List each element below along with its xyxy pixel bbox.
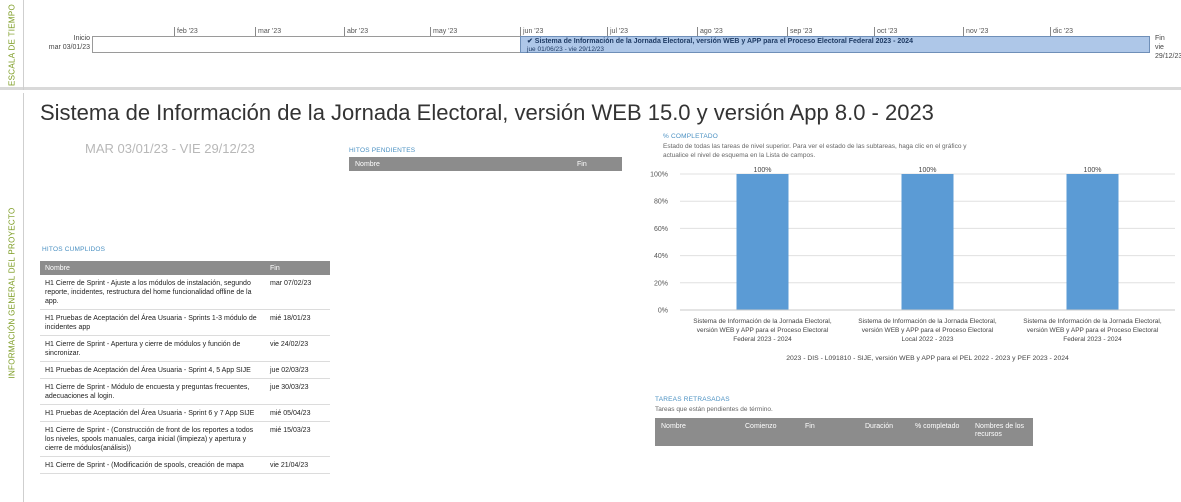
chart-category-label: Sistema de Información de la Jornada Ele… bbox=[1023, 318, 1162, 343]
milestone-name: H1 Pruebas de Aceptación del Área Usuari… bbox=[45, 410, 255, 417]
month-tick: abr '23 bbox=[344, 27, 368, 36]
column-header-end: Fin bbox=[805, 423, 815, 430]
milestone-name: H1 Cierre de Sprint - Apertura y cierre … bbox=[45, 341, 241, 357]
milestone-end: vie 21/04/23 bbox=[270, 462, 309, 469]
table-row[interactable]: H1 Pruebas de Aceptación del Área Usuari… bbox=[40, 405, 330, 422]
month-tick: nov '23 bbox=[963, 27, 988, 36]
column-header-end: Fin bbox=[270, 264, 280, 272]
chart-y-tick-label: 80% bbox=[654, 199, 668, 206]
column-header-name: Nombre bbox=[355, 160, 380, 168]
chart-data-label: 100% bbox=[919, 167, 937, 174]
month-tick: dic '23 bbox=[1050, 27, 1073, 36]
month-tick: may '23 bbox=[430, 27, 457, 36]
month-tick: oct '23 bbox=[874, 27, 897, 36]
month-tick: ago '23 bbox=[697, 27, 723, 36]
chart-title: % COMPLETADO bbox=[663, 133, 719, 140]
month-tick: feb '23 bbox=[174, 27, 198, 36]
column-header-name: Nombre bbox=[661, 423, 686, 430]
table-header: Nombre Fin bbox=[349, 157, 622, 171]
timeline-side-label-text: ESCALA DE TIEMPO bbox=[7, 3, 17, 87]
month-tick: mar '23 bbox=[255, 27, 281, 36]
timeline-start: Inicio mar 03/01/23 bbox=[40, 34, 90, 52]
milestone-end: mié 05/04/23 bbox=[270, 410, 311, 417]
chart-bar bbox=[736, 174, 789, 310]
table-header: Nombre Comienzo Fin Duración % completad… bbox=[655, 418, 1033, 446]
chart-description: Estado de todas las tareas de nivel supe… bbox=[663, 143, 967, 159]
completed-milestones-table[interactable]: Nombre Fin H1 Cierre de Sprint - Ajuste … bbox=[40, 261, 330, 474]
chart-bar bbox=[901, 174, 954, 310]
milestone-end: mié 15/03/23 bbox=[270, 427, 311, 434]
overview-side-label: INFORMACIÓN GENERAL DEL PROYECTO bbox=[0, 93, 24, 502]
timeline-end: Fin vie 29/12/23 bbox=[1155, 34, 1181, 61]
overview-side-label-text: INFORMACIÓN GENERAL DEL PROYECTO bbox=[7, 207, 17, 379]
milestone-end: jue 02/03/23 bbox=[270, 367, 309, 374]
milestone-name: H1 Pruebas de Aceptación del Área Usuari… bbox=[45, 367, 251, 374]
delayed-tasks-table[interactable]: Nombre Comienzo Fin Duración % completad… bbox=[655, 418, 1033, 446]
chart-data-label: 100% bbox=[1084, 167, 1102, 174]
pending-milestones-title: HITOS PENDIENTES bbox=[349, 147, 416, 154]
column-header-name: Nombre bbox=[45, 264, 70, 272]
delayed-tasks-description: Tareas que están pendientes de término. bbox=[655, 406, 773, 413]
timeline-start-date: mar 03/01/23 bbox=[48, 44, 90, 51]
milestone-name: H1 Cierre de Sprint - Ajuste a los módul… bbox=[45, 280, 252, 305]
pending-milestones-table[interactable]: Nombre Fin bbox=[349, 157, 622, 171]
chart-bar bbox=[1066, 174, 1119, 310]
delayed-tasks-title: TAREAS RETRASADAS bbox=[655, 396, 730, 403]
timeline-task-name: ✔ Sistema de Información de la Jornada E… bbox=[527, 38, 913, 45]
timeline-end-label: Fin bbox=[1155, 35, 1165, 42]
table-row[interactable]: H1 Cierre de Sprint - Módulo de encuesta… bbox=[40, 379, 330, 405]
table-row[interactable]: H1 Cierre de Sprint - Apertura y cierre … bbox=[40, 336, 330, 362]
chart-y-tick-label: 40% bbox=[654, 253, 668, 260]
chart-x-axis-label: 2023 - DIS - L091810 - SIJE, versión WEB… bbox=[786, 355, 1069, 362]
percent-complete-chart[interactable]: 0% 20% 40% 60% 80% 100% 100% Sistema de Informa… bbox=[645, 160, 1181, 368]
table-row[interactable]: H1 Cierre de Sprint - (Modificación de s… bbox=[40, 457, 330, 474]
milestone-name: H1 Cierre de Sprint - (Construcción de f… bbox=[45, 427, 254, 452]
milestone-end: vie 24/02/23 bbox=[270, 341, 309, 348]
timeline-side-label: ESCALA DE TIEMPO bbox=[0, 0, 24, 90]
table-row[interactable]: H1 Cierre de Sprint - Ajuste a los módul… bbox=[40, 275, 330, 310]
table-row[interactable]: H1 Pruebas de Aceptación del Área Usuari… bbox=[40, 310, 330, 336]
month-tick: jun '23 bbox=[520, 27, 543, 36]
column-header-percent-complete: % completado bbox=[915, 423, 960, 430]
table-row[interactable]: H1 Cierre de Sprint - (Construcción de f… bbox=[40, 422, 330, 457]
chart-y-tick-label: 100% bbox=[650, 172, 668, 179]
column-header-duration: Duración bbox=[865, 423, 894, 430]
project-date-range: MAR 03/01/23 - VIE 29/12/23 bbox=[85, 141, 255, 156]
chart-category-label: Sistema de Información de la Jornada Ele… bbox=[693, 318, 832, 343]
chart-data-label: 100% bbox=[754, 167, 772, 174]
page-title: Sistema de Información de la Jornada Ele… bbox=[40, 100, 934, 125]
timeline-band: ESCALA DE TIEMPO Inicio mar 03/01/23 feb… bbox=[0, 0, 1181, 90]
completed-milestones-title: HITOS CUMPLIDOS bbox=[42, 246, 106, 253]
chart-category-label: Sistema de Información de la Jornada Ele… bbox=[858, 318, 997, 343]
timeline-task-bar[interactable]: ✔ Sistema de Información de la Jornada E… bbox=[520, 36, 1150, 53]
milestone-name: H1 Cierre de Sprint - (Modificación de s… bbox=[45, 462, 244, 469]
chart-y-tick-label: 20% bbox=[654, 280, 668, 287]
column-header-start: Comienzo bbox=[745, 423, 777, 430]
milestone-end: mar 07/02/23 bbox=[270, 280, 312, 287]
milestone-end: mié 18/01/23 bbox=[270, 315, 311, 322]
table-row[interactable]: H1 Pruebas de Aceptación del Área Usuari… bbox=[40, 362, 330, 379]
chart-y-tick-label: 0% bbox=[658, 308, 668, 315]
chart-y-tick-label: 60% bbox=[654, 226, 668, 233]
milestone-name: H1 Cierre de Sprint - Módulo de encuesta… bbox=[45, 384, 250, 400]
timeline-task-dates: jue 01/06/23 - vie 29/12/23 bbox=[527, 46, 604, 53]
month-tick: sep '23 bbox=[787, 27, 812, 36]
milestone-end: jue 30/03/23 bbox=[270, 384, 309, 391]
timeline-end-date: vie 29/12/23 bbox=[1155, 44, 1181, 60]
column-header-resource-names: Nombres de los recursos bbox=[975, 423, 1025, 438]
table-header: Nombre Fin bbox=[40, 261, 330, 275]
month-tick: jul '23 bbox=[607, 27, 628, 36]
column-header-end: Fin bbox=[577, 160, 587, 168]
timeline-start-label: Inicio bbox=[73, 35, 90, 42]
milestone-name: H1 Pruebas de Aceptación del Área Usuari… bbox=[45, 315, 257, 331]
